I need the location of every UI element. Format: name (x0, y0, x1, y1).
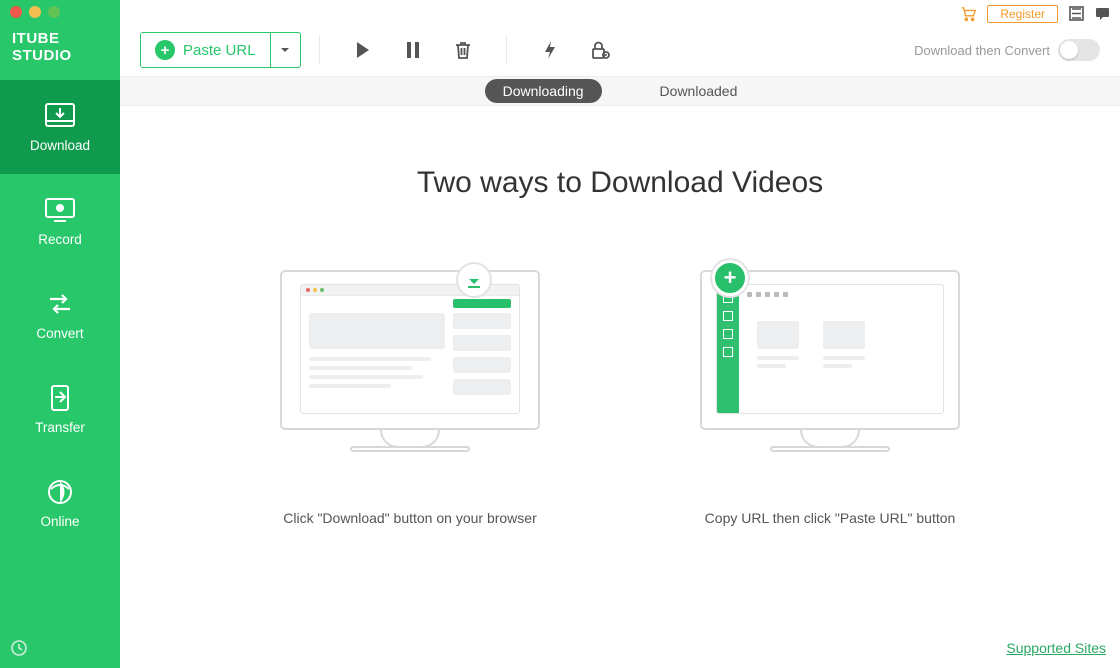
sidebar-item-label: Convert (36, 326, 83, 341)
convert-arrows-icon (42, 290, 78, 318)
instruction-caption: Click "Download" button on your browser (283, 510, 537, 526)
footer: Supported Sites (1006, 640, 1106, 658)
turbo-bolt-icon[interactable] (539, 39, 561, 61)
toggle-knob (1060, 41, 1078, 59)
menu-list-icon[interactable] (1068, 6, 1084, 22)
sidebar-item-record[interactable]: Record (0, 174, 120, 268)
instruction-caption: Copy URL then click "Paste URL" button (705, 510, 956, 526)
record-monitor-icon (42, 196, 78, 224)
download-tray-icon (42, 102, 78, 130)
sidebar: ITUBE STUDIO Download (0, 0, 120, 668)
sidebar-item-convert[interactable]: Convert (0, 268, 120, 362)
sidebar-item-label: Record (38, 232, 82, 247)
download-then-convert-toggle[interactable] (1058, 39, 1100, 61)
sidebar-nav: Download Record (0, 80, 120, 550)
instruction-cards: Click "Download" button on your browser (120, 270, 1120, 526)
sidebar-item-label: Online (40, 514, 79, 529)
window-traffic-lights (0, 0, 120, 16)
toolbar: + Paste URL (120, 24, 1120, 76)
cart-icon[interactable] (961, 6, 977, 22)
private-lock-icon[interactable] (589, 39, 611, 61)
page-heading: Two ways to Download Videos (120, 166, 1120, 200)
trash-icon[interactable] (452, 39, 474, 61)
globe-icon (42, 478, 78, 506)
pause-icon[interactable] (402, 39, 424, 61)
sidebar-item-transfer[interactable]: Transfer (0, 362, 120, 456)
history-clock-icon[interactable] (0, 628, 120, 668)
monitor-illustration (280, 270, 540, 455)
app-window: ITUBE STUDIO Download (0, 0, 1120, 668)
monitor-illustration: + (700, 270, 960, 455)
plus-circle-icon: + (155, 40, 175, 60)
feedback-icon[interactable] (1094, 6, 1110, 22)
paste-url-label: Paste URL (183, 42, 256, 59)
tab-bar: Downloading Downloaded (120, 76, 1120, 106)
paste-url-dropdown[interactable] (270, 33, 300, 67)
sidebar-item-online[interactable]: Online (0, 456, 120, 550)
download-arrow-icon (456, 262, 492, 298)
tab-downloading[interactable]: Downloading (485, 79, 602, 103)
tab-downloaded[interactable]: Downloaded (642, 79, 756, 103)
sidebar-item-label: Download (30, 138, 90, 153)
separator (319, 36, 320, 64)
paste-url-group: + Paste URL (140, 32, 301, 68)
instruction-card-pasteurl: + Copy URL then click "Paste URL" button (680, 270, 980, 526)
paste-url-button[interactable]: + Paste URL (141, 33, 270, 67)
instruction-card-browser: Click "Download" button on your browser (260, 270, 560, 526)
content-area: Two ways to Download Videos (120, 106, 1120, 668)
app-brand: ITUBE STUDIO (0, 16, 120, 80)
sidebar-item-label: Transfer (35, 420, 85, 435)
play-icon[interactable] (352, 39, 374, 61)
top-utility-row: Register (120, 0, 1120, 24)
transfer-device-icon (42, 384, 78, 412)
supported-sites-link[interactable]: Supported Sites (1006, 640, 1106, 656)
plus-circle-icon: + (712, 260, 748, 296)
separator (506, 36, 507, 64)
register-button[interactable]: Register (987, 5, 1058, 23)
main-panel: Register + Paste URL (120, 0, 1120, 668)
sidebar-item-download[interactable]: Download (0, 80, 120, 174)
download-then-convert-label: Download then Convert (914, 43, 1050, 58)
